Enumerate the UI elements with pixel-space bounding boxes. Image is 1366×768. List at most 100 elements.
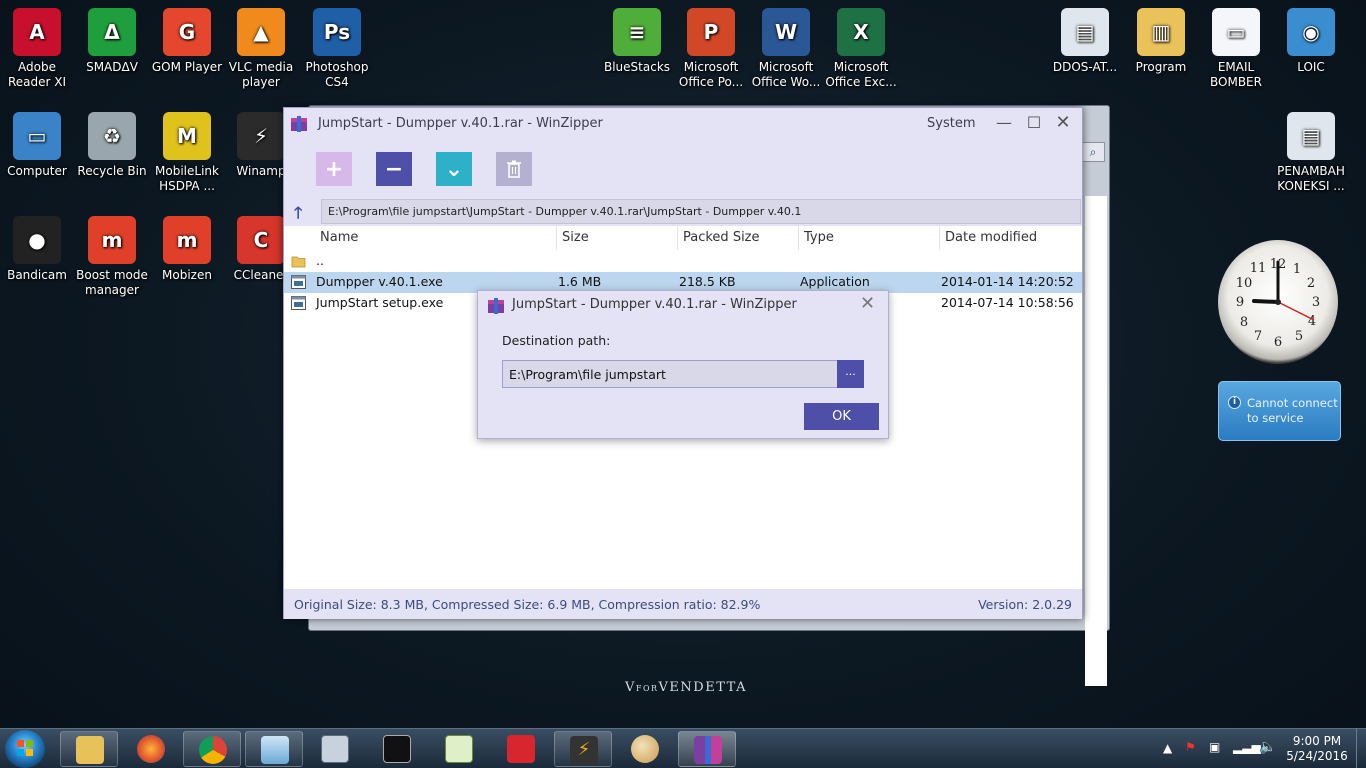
mobizen-icon: m — [163, 216, 211, 264]
close-icon[interactable]: ✕ — [1051, 112, 1075, 136]
desktop-icon-smadav[interactable]: Δ SMADΔV — [73, 2, 151, 75]
desktop-icon-label: Mobizen — [162, 268, 212, 282]
start-button[interactable] — [5, 730, 45, 768]
desktop-icon-excel[interactable]: X Microsoft Office Exc... — [822, 2, 900, 90]
clock-gadget[interactable]: 1212 345 678 91011 — [1218, 240, 1338, 364]
desktop-icon-label: Microsoft Office Wo... — [751, 60, 821, 89]
svg-text:6: 6 — [1274, 335, 1282, 350]
bluestacks-icon: ≡ — [613, 8, 661, 56]
desktop-icon-mobizen[interactable]: m Mobizen — [148, 210, 226, 283]
mobilelink-icon: M — [163, 112, 211, 160]
svg-text:2: 2 — [1307, 276, 1315, 291]
desktop-icon-ddos-window[interactable]: ▤ DDOS-AT... — [1046, 2, 1124, 75]
penambah-koneksi-icon: ▤ — [1287, 112, 1335, 160]
column-date-modified[interactable]: Date modified — [940, 226, 1082, 250]
paint-icon — [631, 735, 659, 763]
taskbar-firefox[interactable] — [122, 731, 180, 767]
desktop-icon-computer[interactable]: ▭ Computer — [0, 106, 76, 179]
minimize-icon[interactable]: — — [992, 112, 1016, 136]
chrome-icon — [199, 736, 227, 764]
taskbar-notes[interactable] — [245, 731, 303, 767]
title-bar[interactable]: JumpStart - Dumpper v.40.1.rar - WinZipp… — [284, 108, 1082, 140]
taskbar-clock[interactable]: 9:00 PM 5/24/2016 — [1282, 734, 1352, 764]
column-type[interactable]: Type — [799, 226, 940, 250]
table-row-parent[interactable]: .. — [284, 251, 1082, 272]
svg-text:5: 5 — [1295, 329, 1303, 344]
delete-button[interactable] — [496, 152, 532, 186]
excel-icon: X — [837, 8, 885, 56]
firefox-icon — [137, 735, 165, 763]
calculator-icon — [321, 735, 349, 763]
row-date: 2014-07-14 10:58:56 — [941, 295, 1074, 310]
desktop-icon-label: Photoshop CS4 — [305, 60, 369, 89]
desktop-icon-bandicam[interactable]: ● Bandicam — [0, 210, 76, 283]
desktop-icon-gom-player[interactable]: G GOM Player — [148, 2, 226, 75]
device-icon[interactable]: ▣ — [1209, 740, 1220, 754]
word-icon: W — [762, 8, 810, 56]
destination-path-input[interactable]: E:\Program\file jumpstart — [502, 360, 838, 388]
taskbar-winamp[interactable]: ⚡ — [554, 731, 612, 767]
column-size[interactable]: Size — [557, 226, 678, 250]
folder-icon — [76, 736, 104, 764]
search-icon[interactable]: ⌕ — [1081, 142, 1105, 162]
network-signal-icon[interactable]: ▂▃▅ — [1233, 740, 1261, 754]
row-name: .. — [316, 253, 324, 268]
address-row: 🡑 E:\Program\file jumpstart\JumpStart - … — [284, 198, 1082, 226]
taskbar-explorer[interactable] — [60, 731, 118, 767]
smadav-icon: Δ — [88, 8, 136, 56]
remove-button[interactable]: − — [376, 152, 412, 186]
desktop-icon-photoshop[interactable]: Ps Photoshop CS4 — [298, 2, 376, 90]
action-center-icon[interactable]: ⚑ — [1185, 740, 1196, 754]
taskbar-winzipper[interactable] — [678, 731, 736, 767]
info-icon: i — [1228, 396, 1241, 409]
taskbar-notepadpp[interactable] — [430, 731, 488, 767]
winzipper-app-icon — [291, 116, 307, 132]
desktop-icon-bluestacks[interactable]: ≡ BlueStacks — [598, 2, 676, 75]
weather-gadget[interactable]: i Cannot connect to service — [1218, 381, 1341, 441]
taskbar-cmd[interactable] — [368, 731, 426, 767]
volume-icon[interactable]: 🔈 — [1259, 739, 1276, 755]
ok-button[interactable]: OK — [804, 403, 879, 430]
dialog-close-icon[interactable]: ✕ — [860, 293, 875, 314]
download-icon — [507, 735, 535, 763]
extract-button[interactable]: ⌄ — [436, 152, 472, 186]
add-button[interactable]: + — [316, 152, 352, 186]
row-date: 2014-01-14 14:20:52 — [941, 274, 1074, 289]
show-hidden-icons-icon[interactable]: ▲ — [1163, 741, 1172, 755]
logo-vendetta: VENDETTA — [658, 680, 747, 695]
desktop-icon-penambah-koneksi[interactable]: ▤ PENAMBAH KONEKSI ... — [1272, 106, 1350, 194]
status-bar: Original Size: 8.3 MB, Compressed Size: … — [284, 589, 1082, 619]
toolbar: + − ⌄ — [284, 140, 1082, 198]
browse-button[interactable]: ... — [837, 360, 864, 388]
compression-info: Original Size: 8.3 MB, Compressed Size: … — [294, 597, 761, 612]
taskbar-downloader[interactable] — [492, 731, 550, 767]
trash-icon — [507, 160, 521, 178]
svg-text:1: 1 — [1293, 262, 1301, 277]
column-name[interactable]: Name — [315, 226, 557, 250]
desktop-icon-powerpoint[interactable]: P Microsoft Office Po... — [672, 2, 750, 90]
desktop-icon-label: DDOS-AT... — [1052, 60, 1118, 74]
taskbar-chrome[interactable] — [183, 731, 241, 767]
desktop-icon-adobe-reader[interactable]: A Adobe Reader XI — [0, 2, 76, 90]
taskbar-paint[interactable] — [616, 731, 674, 767]
show-desktop-button[interactable] — [1356, 729, 1366, 768]
up-arrow-icon[interactable]: 🡑 — [294, 202, 302, 229]
version-label: Version: 2.0.29 — [978, 597, 1072, 612]
desktop-icon-folder[interactable]: ▥ Program — [1122, 2, 1200, 75]
desktop-icon-loic[interactable]: ◉ LOIC — [1272, 2, 1350, 75]
desktop-icon-mobilelink[interactable]: M MobileLink HSDPA ... — [148, 106, 226, 194]
maximize-icon[interactable]: ☐ — [1022, 112, 1046, 136]
desktop-icon-email-bomber[interactable]: ▭ EMAIL BOMBER — [1197, 2, 1275, 90]
column-packed-size[interactable]: Packed Size — [678, 226, 799, 250]
bandicam-icon: ● — [13, 216, 61, 264]
loic-icon: ◉ — [1287, 8, 1335, 56]
desktop-icon-recycle-bin[interactable]: ♻ Recycle Bin — [73, 106, 151, 179]
taskbar-calculator[interactable] — [306, 731, 364, 767]
dialog-title: JumpStart - Dumpper v.40.1.rar - WinZipp… — [512, 297, 797, 312]
desktop-icon-word[interactable]: W Microsoft Office Wo... — [747, 2, 825, 90]
desktop-icon-boost-mode[interactable]: m Boost mode manager — [73, 210, 151, 298]
system-menu[interactable]: System — [927, 116, 975, 131]
clock-face: 1212 345 678 91011 — [1236, 257, 1320, 350]
desktop-icon-vlc[interactable]: ▲ VLC media player — [222, 2, 300, 90]
address-bar[interactable]: E:\Program\file jumpstart\JumpStart - Du… — [321, 199, 1081, 224]
